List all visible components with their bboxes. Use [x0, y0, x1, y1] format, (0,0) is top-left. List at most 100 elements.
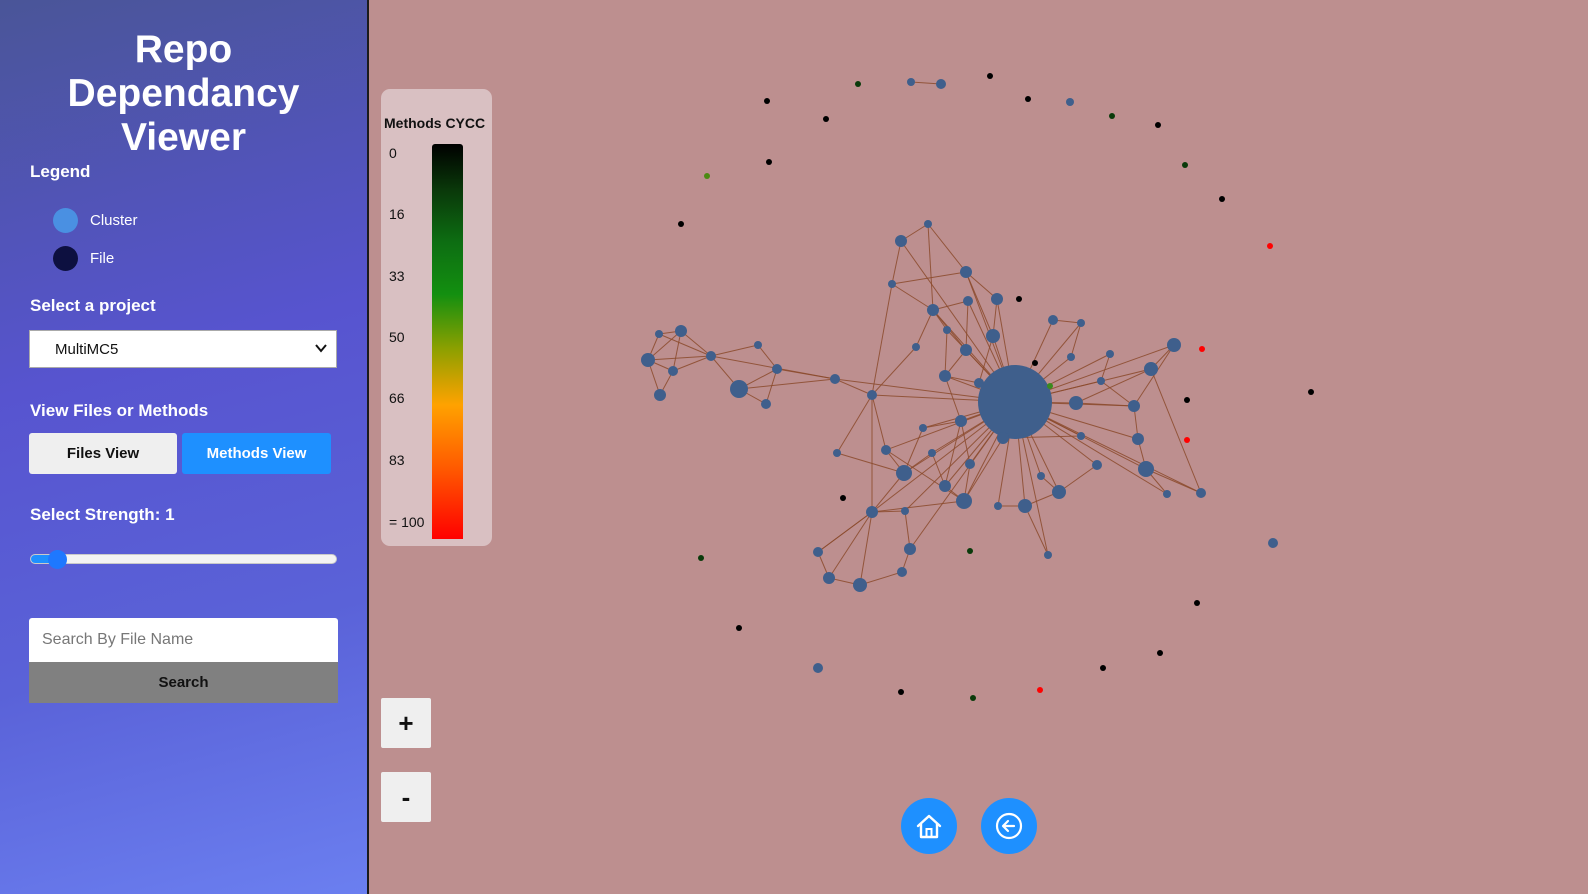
method-node[interactable]	[678, 221, 684, 227]
method-node[interactable]	[698, 555, 704, 561]
graph-node[interactable]	[1052, 485, 1066, 499]
graph-node[interactable]	[956, 493, 972, 509]
graph-node[interactable]	[924, 220, 932, 228]
method-node[interactable]	[1219, 196, 1225, 202]
graph-node[interactable]	[974, 378, 984, 388]
strength-slider-thumb[interactable]	[48, 550, 68, 569]
graph-node[interactable]	[936, 79, 946, 89]
graph-node[interactable]	[1069, 396, 1083, 410]
graph-node[interactable]	[904, 543, 916, 555]
method-node[interactable]	[898, 689, 904, 695]
method-node[interactable]	[1184, 437, 1190, 443]
zoom-in-button[interactable]: +	[381, 698, 431, 748]
graph-node[interactable]	[654, 389, 666, 401]
method-node[interactable]	[1267, 243, 1273, 249]
graph-node[interactable]	[1138, 461, 1154, 477]
method-node[interactable]	[1157, 650, 1163, 656]
graph-node[interactable]	[895, 235, 907, 247]
graph-node[interactable]	[1044, 551, 1052, 559]
graph-node[interactable]	[997, 432, 1009, 444]
graph-node[interactable]	[675, 325, 687, 337]
search-input[interactable]	[29, 618, 338, 662]
method-node[interactable]	[766, 159, 772, 165]
method-node[interactable]	[1016, 296, 1022, 302]
method-node[interactable]	[1047, 383, 1053, 389]
home-button[interactable]	[901, 798, 957, 854]
graph-node[interactable]	[1092, 460, 1102, 470]
method-node[interactable]	[823, 116, 829, 122]
graph-node[interactable]	[881, 445, 891, 455]
method-node[interactable]	[1155, 122, 1161, 128]
project-select[interactable]: MultiMC5	[29, 330, 337, 368]
method-node[interactable]	[855, 81, 861, 87]
graph-node[interactable]	[1066, 98, 1074, 106]
method-node[interactable]	[1184, 397, 1190, 403]
strength-slider-track[interactable]	[30, 554, 337, 564]
graph-node[interactable]	[1106, 350, 1114, 358]
graph-node[interactable]	[907, 78, 915, 86]
graph-node[interactable]	[978, 365, 1052, 439]
graph-node[interactable]	[960, 266, 972, 278]
graph-node[interactable]	[897, 567, 907, 577]
graph-node[interactable]	[927, 304, 939, 316]
graph-node[interactable]	[1067, 353, 1075, 361]
graph-node[interactable]	[943, 326, 951, 334]
graph-node[interactable]	[901, 507, 909, 515]
graph-node[interactable]	[1163, 490, 1171, 498]
graph-node[interactable]	[1144, 362, 1158, 376]
method-node[interactable]	[1032, 360, 1038, 366]
graph-node[interactable]	[994, 502, 1002, 510]
method-node[interactable]	[970, 695, 976, 701]
graph-canvas[interactable]	[369, 0, 1588, 894]
graph-node[interactable]	[928, 449, 936, 457]
method-node[interactable]	[967, 548, 973, 554]
graph-node[interactable]	[754, 341, 762, 349]
graph-node[interactable]	[896, 465, 912, 481]
graph-node[interactable]	[1196, 488, 1206, 498]
method-node[interactable]	[1199, 346, 1205, 352]
graph-node[interactable]	[823, 572, 835, 584]
method-node[interactable]	[1109, 113, 1115, 119]
graph-node[interactable]	[1097, 377, 1105, 385]
method-node[interactable]	[1037, 687, 1043, 693]
graph-node[interactable]	[986, 329, 1000, 343]
graph-node[interactable]	[963, 296, 973, 306]
graph-node[interactable]	[1077, 432, 1085, 440]
graph-node[interactable]	[1018, 499, 1032, 513]
graph-node[interactable]	[960, 344, 972, 356]
graph-node[interactable]	[641, 353, 655, 367]
graph-node[interactable]	[919, 424, 927, 432]
method-node[interactable]	[1194, 600, 1200, 606]
graph-node[interactable]	[1268, 538, 1278, 548]
graph-node[interactable]	[955, 415, 967, 427]
method-node[interactable]	[987, 73, 993, 79]
method-node[interactable]	[1182, 162, 1188, 168]
graph-node[interactable]	[888, 280, 896, 288]
method-node[interactable]	[764, 98, 770, 104]
graph-node[interactable]	[1128, 400, 1140, 412]
graph-node[interactable]	[668, 366, 678, 376]
graph-node[interactable]	[965, 459, 975, 469]
method-node[interactable]	[704, 173, 710, 179]
methods-view-button[interactable]: Methods View	[182, 433, 331, 474]
graph-node[interactable]	[867, 390, 877, 400]
graph-node[interactable]	[853, 578, 867, 592]
graph-node[interactable]	[1167, 338, 1181, 352]
graph-node[interactable]	[1077, 319, 1085, 327]
graph-node[interactable]	[1048, 315, 1058, 325]
graph-node[interactable]	[813, 547, 823, 557]
dependency-graph[interactable]	[369, 0, 1588, 894]
method-node[interactable]	[1100, 665, 1106, 671]
zoom-out-button[interactable]: -	[381, 772, 431, 822]
graph-node[interactable]	[939, 480, 951, 492]
graph-node[interactable]	[1132, 433, 1144, 445]
graph-node[interactable]	[912, 343, 920, 351]
graph-node[interactable]	[991, 293, 1003, 305]
back-button[interactable]	[981, 798, 1037, 854]
graph-node[interactable]	[830, 374, 840, 384]
method-node[interactable]	[736, 625, 742, 631]
graph-node[interactable]	[813, 663, 823, 673]
method-node[interactable]	[840, 495, 846, 501]
graph-node[interactable]	[772, 364, 782, 374]
graph-node[interactable]	[706, 351, 716, 361]
